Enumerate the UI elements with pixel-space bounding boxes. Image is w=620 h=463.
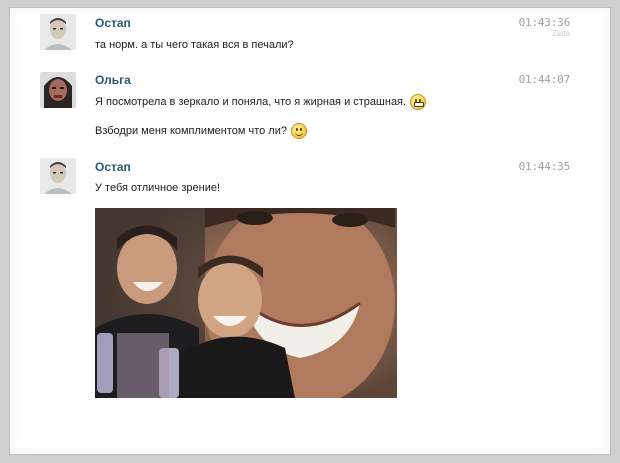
avatar-ostap[interactable] bbox=[40, 158, 76, 194]
grin-smiley-icon bbox=[410, 94, 427, 110]
author-name[interactable]: Ольга bbox=[95, 73, 131, 87]
message-text: Взбодри меня комплиментом что ли? bbox=[95, 123, 307, 139]
message-text: та норм. а ты чего такая вся в печали? bbox=[95, 39, 294, 51]
timestamp-sublabel: Zlata bbox=[552, 29, 570, 38]
message-line: Я посмотрела в зеркало и поняла, что я ж… bbox=[95, 95, 407, 108]
timestamp: 01:44:07 bbox=[518, 73, 571, 86]
message-line: Взбодри меня комплиментом что ли? bbox=[95, 124, 287, 137]
message-text: У тебя отличное зрение! bbox=[95, 182, 221, 194]
smile-smiley-icon bbox=[290, 123, 307, 139]
timestamp: 01:44:35 bbox=[518, 160, 571, 173]
chat-window: Остап 01:43:36 Zlata та норм. а ты чего … bbox=[10, 8, 610, 454]
author-name[interactable]: Остап bbox=[95, 160, 131, 174]
avatar-olga[interactable] bbox=[40, 72, 76, 108]
author-name[interactable]: Остап bbox=[95, 16, 131, 30]
message-text: Я посмотрела в зеркало и поняла, что я ж… bbox=[95, 94, 427, 110]
laughing-men-photo[interactable] bbox=[95, 208, 397, 398]
timestamp: 01:43:36 bbox=[518, 16, 571, 29]
avatar-ostap[interactable] bbox=[40, 14, 76, 50]
